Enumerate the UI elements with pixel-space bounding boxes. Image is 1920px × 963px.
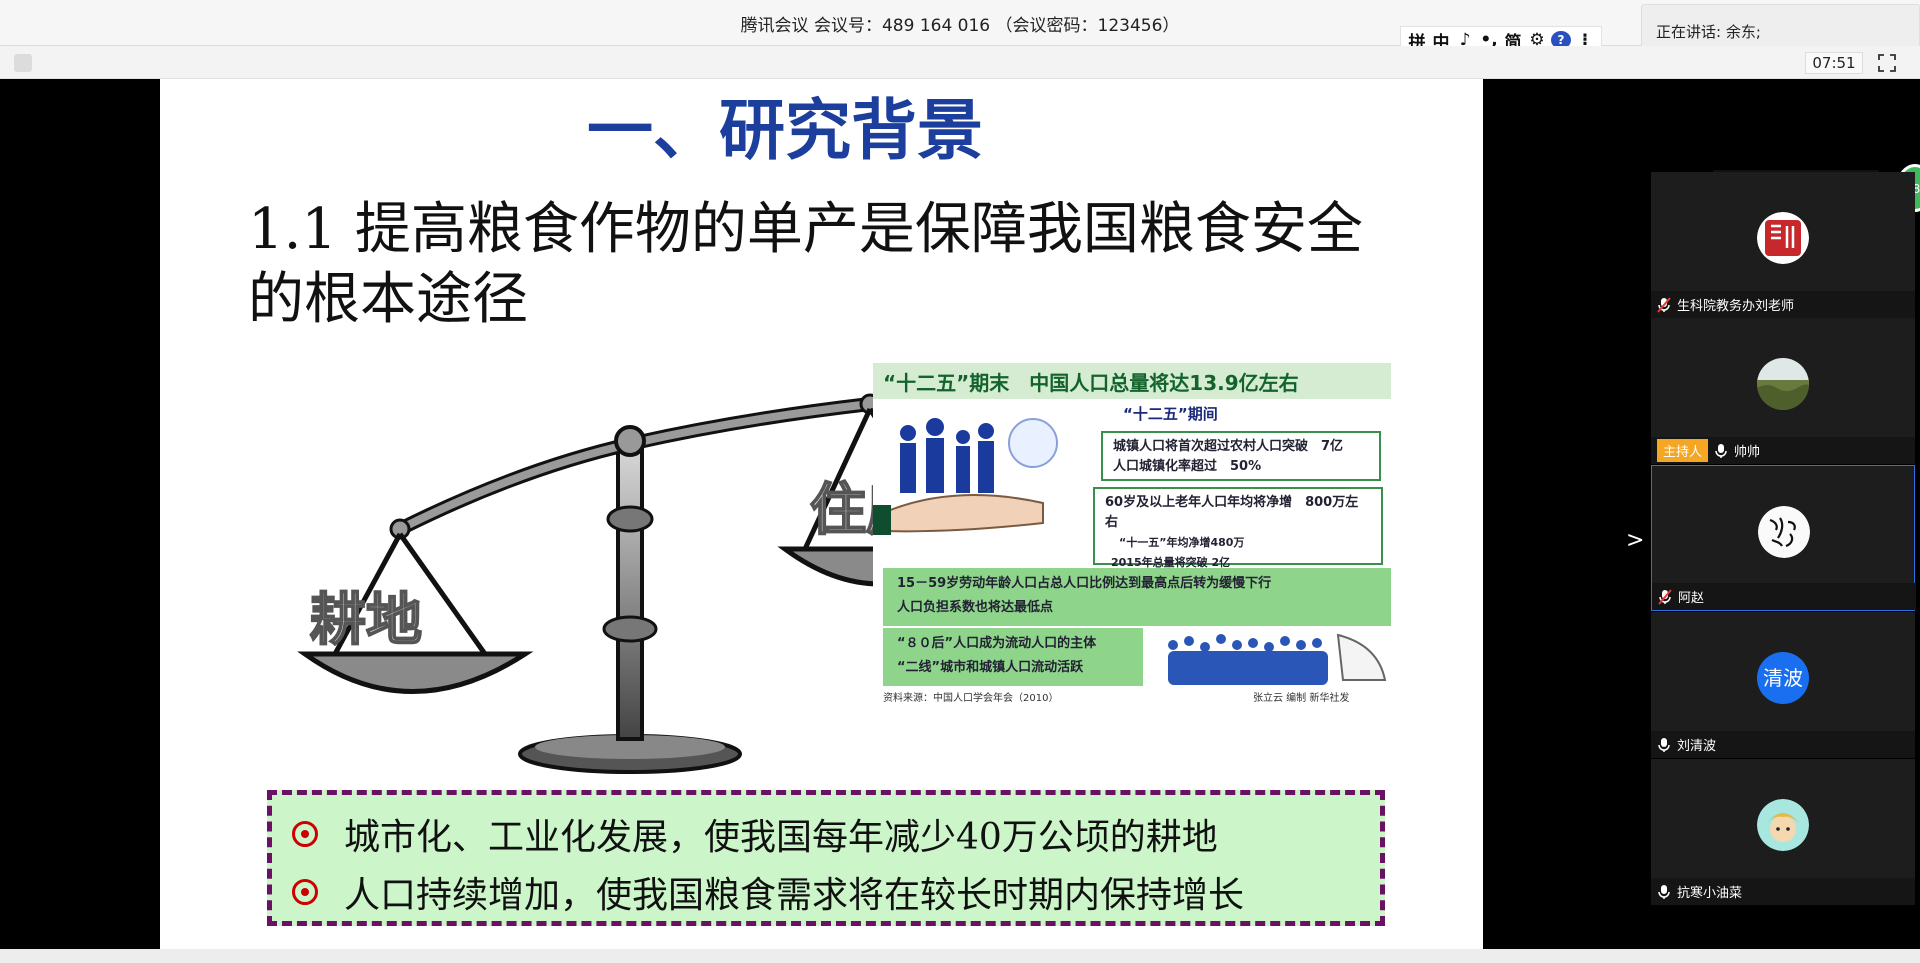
balance-scale-illustration: 耕地 住房 (297, 393, 980, 774)
slide-heading: 一、研究背景 (587, 92, 983, 169)
slide-subtitle: 1.1 提高粮食作物的单产是保障我国粮食安全 的根本途径 (248, 195, 1428, 335)
scale-left-label: 耕地 (310, 588, 422, 653)
participant-name-bar: 阿赵 (1652, 583, 1916, 610)
crowd-illustration (1168, 633, 1387, 685)
info-credit: 张立云 编制 新华社发 (1253, 693, 1350, 704)
bullet-box: 城市化、工业化发展，使我国每年减少40万公顷的耕地 人口持续增加，使我国粮食需求… (267, 790, 1385, 926)
expand-panel-icon[interactable]: > (1626, 528, 1644, 553)
participant-tile[interactable]: 生科院教务办刘老师 (1651, 172, 1915, 318)
participant-name-bar: 主持人 帅帅 (1651, 437, 1915, 464)
people-illustration (873, 418, 1058, 535)
shield-icon[interactable] (14, 54, 32, 72)
info-text: 60岁及以上老年人口年均将净增 800万左右 (1105, 495, 1359, 530)
info-box-urban: 城镇人口将首次超过农村人口突破 7亿 人口城镇化率超过 50% (1101, 431, 1381, 481)
bullet-text: 人口持续增加，使我国粮食需求将在较长时期内保持增长 (344, 875, 1245, 916)
population-infographic: “十二五”期末 中国人口总量将达13.9亿左右 “十二五”期间 城镇人口将首次超… (873, 363, 1391, 707)
info-subheader: “十二五”期间 (1123, 405, 1218, 423)
info-text: 人口负担系数也将达最低点 (897, 600, 1054, 615)
fullscreen-icon[interactable] (1878, 54, 1896, 72)
participant-name: 生科院教务办刘老师 (1677, 299, 1795, 314)
participant-tile-active[interactable]: 阿赵 (1651, 465, 1916, 611)
info-header: “十二五”期末 中国人口总量将达13.9亿左右 (873, 363, 1391, 399)
participant-tile[interactable]: 抗寒小油菜 (1651, 759, 1915, 905)
cartoon-avatar-icon (1757, 799, 1809, 851)
participant-name: 刘清波 (1677, 739, 1717, 754)
participant-name: 帅帅 (1734, 445, 1761, 460)
mic-icon (1715, 443, 1727, 458)
host-badge: 主持人 (1657, 439, 1709, 462)
mic-icon (1658, 884, 1670, 899)
participant-name: 抗寒小油菜 (1677, 886, 1743, 901)
avatar (1757, 358, 1809, 410)
target-bullet-icon (292, 879, 318, 905)
info-source: 资料来源：中国人口学会年会（2010） (883, 693, 1059, 704)
meeting-timer: 07:51 (1805, 52, 1863, 74)
participant-tile[interactable]: 主持人 帅帅 (1651, 318, 1915, 464)
avatar (1757, 799, 1809, 851)
info-text: 城镇人口将首次超过农村人口突破 7亿 (1113, 439, 1344, 454)
participant-tile[interactable]: 清波 刘清波 (1651, 612, 1915, 758)
info-band-labor: 15－59岁劳动年龄人口占总人口比例达到最高点后转为缓慢下行 人口负担系数也将达… (883, 568, 1391, 626)
participant-name-bar: 刘清波 (1651, 731, 1915, 758)
title-bar: 腾讯会议 会议号：489 164 016 （会议密码：123456） (0, 0, 1920, 46)
avatar: 清波 (1757, 652, 1809, 704)
speaking-indicator: 正在讲话: 余东; (1641, 4, 1920, 52)
mic-muted-icon (1658, 588, 1672, 605)
meeting-toolbar: 07:51 (0, 46, 1920, 79)
target-bullet-icon (292, 821, 318, 847)
avatar (1757, 212, 1809, 264)
participant-name-bar: 抗寒小油菜 (1651, 878, 1915, 905)
meeting-title: 腾讯会议 会议号：489 164 016 （会议密码：123456） (740, 16, 1180, 36)
shared-slide: 一、研究背景 1.1 提高粮食作物的单产是保障我国粮食安全 的根本途径 耕地 住… (160, 79, 1483, 949)
info-text: 15－59岁劳动年龄人口占总人口比例达到最高点后转为缓慢下行 (897, 576, 1272, 591)
info-band-migration: “８０后”人口成为流动人口的主体 “二线”城市和城镇人口流动活跃 (883, 628, 1143, 686)
info-box-elderly: 60岁及以上老年人口年均将净增 800万左右 “十一五”年均净增480万 201… (1093, 487, 1383, 569)
info-text: “二线”城市和城镇人口流动活跃 (897, 660, 1084, 675)
seal-avatar-icon (1757, 212, 1809, 264)
mic-icon (1658, 737, 1670, 752)
calligraphy-avatar-icon (1758, 506, 1810, 558)
participant-name: 阿赵 (1678, 591, 1705, 606)
info-text: “８０后”人口成为流动人口的主体 (897, 636, 1097, 651)
bottom-strip (0, 949, 1920, 963)
bullet-item: 城市化、工业化发展，使我国每年减少40万公顷的耕地 (292, 805, 1360, 863)
avatar (1758, 506, 1810, 558)
info-text: 人口城镇化率超过 50% (1113, 459, 1262, 474)
bullet-item: 人口持续增加，使我国粮食需求将在较长时期内保持增长 (292, 863, 1360, 921)
field-avatar-icon (1757, 358, 1809, 410)
slide-subtitle-line: 的根本途径 (248, 267, 528, 332)
participant-name-bar: 生科院教务办刘老师 (1651, 291, 1915, 318)
meeting-window: 腾讯会议 会议号：489 164 016 （会议密码：123456） 拼 中 ♪… (0, 0, 1920, 963)
info-text: “十一五”年均净增480万 (1119, 536, 1245, 549)
slide-subtitle-line: 1.1 提高粮食作物的单产是保障我国粮食安全 (248, 197, 1363, 262)
bullet-text: 城市化、工业化发展，使我国每年减少40万公顷的耕地 (344, 817, 1218, 858)
mic-muted-icon (1657, 296, 1671, 313)
